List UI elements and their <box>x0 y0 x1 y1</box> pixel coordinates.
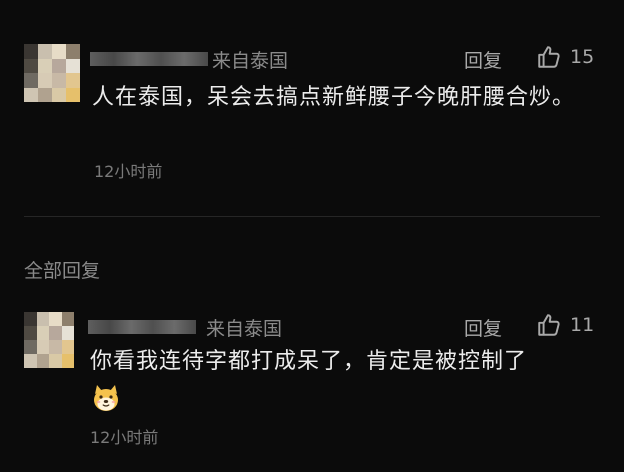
comment-text: 人在泰国，呆会去搞点新鲜腰子今晚肝腰合炒。 <box>92 85 576 110</box>
timestamp: 12小时前 <box>90 428 159 447</box>
username-blurred[interactable] <box>88 320 196 334</box>
comment-text: 你看我连待字都打成呆了，肯定是被控制了 <box>90 349 528 374</box>
username-blurred[interactable] <box>90 52 208 66</box>
avatar[interactable] <box>24 312 74 368</box>
reply-button[interactable]: 回复 <box>464 46 502 73</box>
timestamp: 12小时前 <box>94 162 163 181</box>
like-count: 15 <box>570 46 595 68</box>
avatar[interactable] <box>24 44 80 102</box>
like-button[interactable]: 15 <box>536 44 594 70</box>
thumbs-up-icon <box>538 46 560 68</box>
divider <box>24 216 600 217</box>
section-title: 全部回复 <box>24 260 101 282</box>
location-label: 来自泰国 <box>206 318 283 340</box>
reply-button[interactable]: 回复 <box>464 314 502 341</box>
like-count: 11 <box>570 314 595 336</box>
like-button[interactable]: 11 <box>536 312 594 338</box>
thumbs-up-icon <box>538 314 560 336</box>
doge-icon <box>94 385 118 411</box>
location-label: 来自泰国 <box>212 50 289 72</box>
comment-page: 来自泰国 回复 15 人在泰国，呆会去搞点新鲜腰子今晚肝腰合炒。 12小时前 全… <box>0 0 624 472</box>
